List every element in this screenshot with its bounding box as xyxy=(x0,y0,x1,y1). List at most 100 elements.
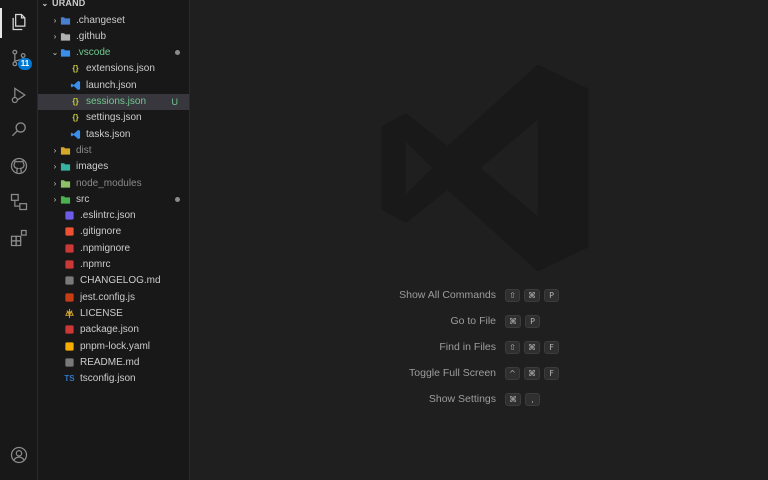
npm-icon xyxy=(64,259,75,270)
folder-item[interactable]: › node_modules xyxy=(38,175,189,191)
tree-item-label: LICENSE xyxy=(80,307,123,319)
tree-item-label: settings.json xyxy=(86,112,142,124)
github-icon[interactable] xyxy=(7,154,31,178)
editor-area: Show All Commands ⇧ ⌘ P Go to File ⌘ P Find in … xyxy=(190,0,768,480)
file-item[interactable]: tasks.json xyxy=(38,126,189,142)
json-braces-icon: {} xyxy=(72,97,79,106)
tree-item-label: .npmrc xyxy=(80,259,111,270)
folder-item[interactable]: ⌄ .vscode xyxy=(38,45,189,61)
json-braces-icon: {} xyxy=(72,113,79,123)
folder-item[interactable]: › .changeset xyxy=(38,12,189,28)
account-icon[interactable] xyxy=(7,443,31,467)
workspace-title: URAND xyxy=(52,0,86,8)
shortcut-keys: ⌘ P xyxy=(505,314,540,328)
vscode-logo-icon xyxy=(70,129,81,140)
keycap: F xyxy=(544,340,559,354)
tree-item-label: .changeset xyxy=(76,14,125,26)
extensions-icon[interactable] xyxy=(7,226,31,250)
file-item[interactable]: LICENSE xyxy=(38,305,189,321)
search-icon[interactable] xyxy=(7,118,31,142)
shortcut-label: Show Settings xyxy=(428,393,496,405)
shortcut-row[interactable]: Show All Commands ⇧ ⌘ P xyxy=(190,287,768,303)
keycap: ⇧ xyxy=(505,288,520,302)
keycap: ⌘ xyxy=(505,392,521,406)
tree-item-label: sessions.json xyxy=(86,96,147,107)
tree-item-label: CHANGELOG.md xyxy=(80,275,161,287)
npm-icon xyxy=(64,243,75,254)
folder-item[interactable]: › dist xyxy=(38,142,189,158)
file-item[interactable]: TS tsconfig.json xyxy=(38,371,189,387)
keycap: ⌘ xyxy=(505,314,521,328)
run-debug-icon[interactable] xyxy=(7,83,31,107)
file-item[interactable]: .gitignore xyxy=(38,224,189,240)
tree-item-label: .gitignore xyxy=(80,226,122,238)
shortcut-row[interactable]: Find in Files ⇧ ⌘ F xyxy=(190,339,768,355)
remote-explorer-icon[interactable] xyxy=(7,190,31,214)
shortcut-row[interactable]: Toggle Full Screen ^ ⌘ F xyxy=(190,365,768,381)
license-icon xyxy=(64,308,75,319)
tree-item-label: pnpm-lock.yaml xyxy=(80,340,151,352)
keycap: P xyxy=(544,288,559,302)
file-item[interactable]: .npmrc xyxy=(38,257,189,273)
folder-node-icon xyxy=(60,178,71,189)
shortcut-row[interactable]: Go to File ⌘ P xyxy=(190,313,768,329)
shortcut-label: Find in Files xyxy=(439,341,496,353)
tree-item-label: tasks.json xyxy=(86,128,131,140)
chevron-right-icon: › xyxy=(53,31,57,41)
pnpm-icon xyxy=(64,341,75,352)
chevron-right-icon: › xyxy=(53,145,57,155)
folder-dist-icon xyxy=(60,145,71,156)
explorer-section-header[interactable]: ⌄ URAND xyxy=(38,0,189,10)
typescript-icon: TS xyxy=(64,374,75,384)
file-item[interactable]: .npmignore xyxy=(38,240,189,256)
chevron-down-icon: ⌄ xyxy=(51,48,59,58)
tree-item-label: dist xyxy=(76,144,92,156)
eslint-icon xyxy=(64,210,75,221)
tree-item-label: extensions.json xyxy=(86,63,155,75)
file-item[interactable]: {} settings.json xyxy=(38,110,189,126)
git-status-dot xyxy=(175,196,180,202)
keycap: ^ xyxy=(505,366,520,380)
file-item[interactable]: launch.json xyxy=(38,77,189,93)
folder-changeset-icon xyxy=(60,15,71,26)
folder-vscode-icon xyxy=(60,47,71,58)
scm-count-badge: 11 xyxy=(18,58,32,70)
tree-item-label: src xyxy=(76,193,90,205)
tree-item-label: README.md xyxy=(80,356,140,368)
changelog-icon xyxy=(64,275,75,286)
chevron-right-icon: › xyxy=(53,15,57,25)
folder-src-icon xyxy=(60,194,71,205)
tree-item-label: images xyxy=(76,161,109,173)
file-item[interactable]: package.json xyxy=(38,322,189,338)
explorer-sidebar: ⌄ URAND › .changeset › .github ⌄ .vscode {} ext… xyxy=(38,0,190,480)
file-item[interactable]: {} sessions.json U xyxy=(38,93,189,110)
keycap: ⌘ xyxy=(524,288,540,302)
shortcut-label: Toggle Full Screen xyxy=(409,367,496,379)
npm-icon xyxy=(64,324,75,335)
keycap: , xyxy=(525,392,540,406)
file-item[interactable]: jest.config.js xyxy=(38,289,189,305)
file-item[interactable]: pnpm-lock.yaml xyxy=(38,338,189,354)
file-item[interactable]: {} extensions.json xyxy=(38,61,189,77)
jest-icon xyxy=(64,292,75,303)
folder-item[interactable]: › src xyxy=(38,191,189,207)
shortcut-keys: ⇧ ⌘ P xyxy=(505,288,559,302)
chevron-right-icon: › xyxy=(53,162,57,172)
file-item[interactable]: README.md xyxy=(38,354,189,370)
chevron-down-icon: ⌄ xyxy=(41,0,49,8)
folder-item[interactable]: › images xyxy=(38,159,189,175)
explorer-icon[interactable] xyxy=(7,10,31,34)
tree-item-label: .eslintrc.json xyxy=(80,210,136,222)
file-item[interactable]: CHANGELOG.md xyxy=(38,273,189,289)
file-item[interactable]: .eslintrc.json xyxy=(38,208,189,224)
chevron-right-icon: › xyxy=(53,178,57,188)
shortcut-row[interactable]: Show Settings ⌘, xyxy=(190,391,768,407)
shortcut-keys: ⌘, xyxy=(505,392,540,406)
readme-icon xyxy=(64,357,75,368)
git-status-dot xyxy=(175,50,180,56)
tree-item-label: tsconfig.json xyxy=(80,373,136,385)
shortcut-keys: ⇧ ⌘ F xyxy=(505,340,559,354)
shortcut-label: Show All Commands xyxy=(399,289,496,301)
folder-item[interactable]: › .github xyxy=(38,28,189,44)
tree-item-label: .vscode xyxy=(76,47,111,59)
